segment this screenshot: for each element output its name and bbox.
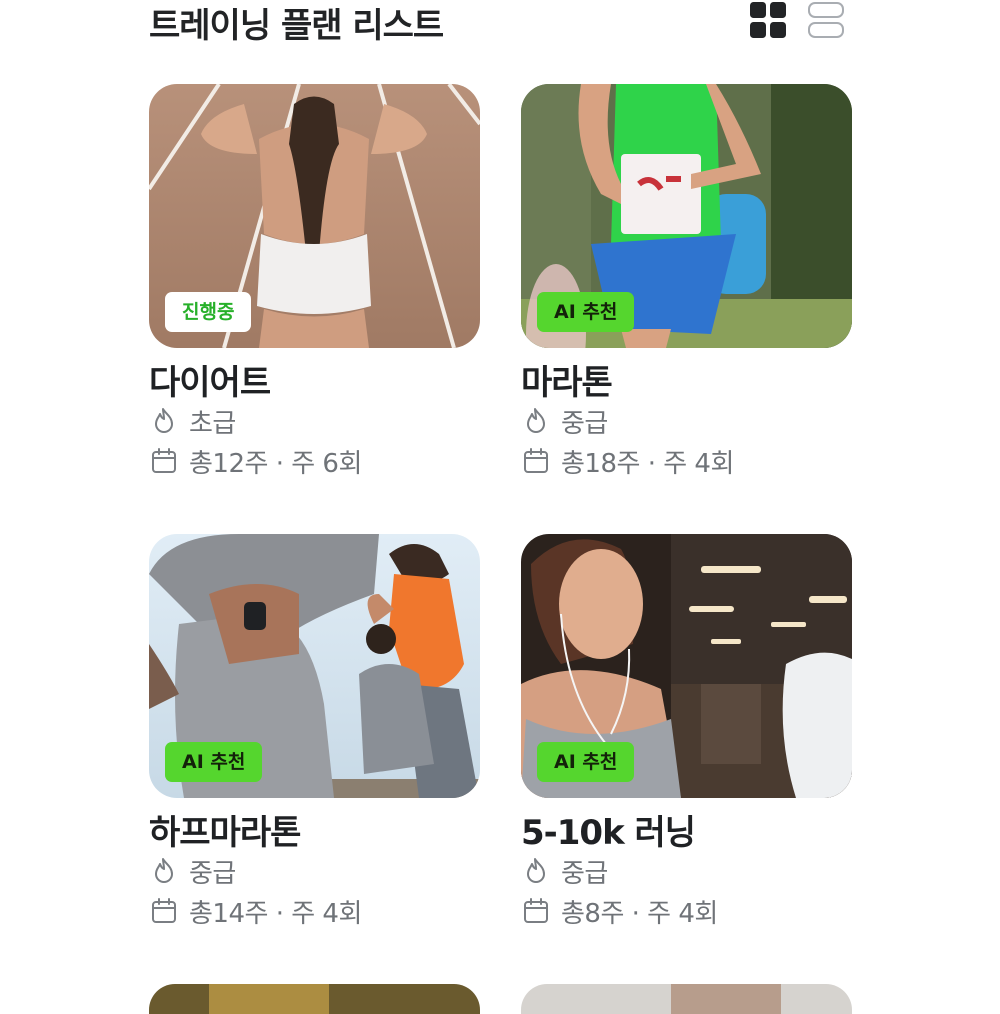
level-text: 중급 bbox=[561, 408, 608, 439]
schedule-text: 총18주 · 주 4회 bbox=[561, 448, 734, 479]
header: 트레이닝 플랜 리스트 bbox=[149, 0, 849, 46]
plan-schedule: 총14주 · 주 4회 bbox=[149, 894, 362, 929]
level-text: 초급 bbox=[189, 408, 236, 439]
calendar-icon bbox=[524, 898, 548, 923]
plan-image: AI 추천 bbox=[521, 534, 852, 798]
plan-level: 중급 bbox=[521, 404, 608, 439]
ai-recommend-badge: AI 추천 bbox=[537, 292, 635, 332]
plan-level: 초급 bbox=[149, 404, 236, 439]
level-text: 중급 bbox=[561, 858, 608, 889]
plan-title: 하프마라톤 bbox=[149, 813, 301, 853]
plan-card[interactable]: AI 추천 하프마라톤 중급 총14주 · 주 4회 bbox=[149, 534, 480, 944]
ai-recommend-badge: AI 추천 bbox=[537, 742, 635, 782]
plan-title: 5-10k 러닝 bbox=[521, 813, 696, 853]
calendar-icon bbox=[524, 448, 548, 473]
plan-image: 진행중 bbox=[149, 84, 480, 348]
plan-level: 중급 bbox=[149, 854, 236, 889]
plan-level: 중급 bbox=[521, 854, 608, 889]
flame-icon bbox=[155, 858, 173, 883]
schedule-text: 총12주 · 주 6회 bbox=[189, 448, 362, 479]
list-view-icon[interactable] bbox=[808, 2, 844, 42]
page-title: 트레이닝 플랜 리스트 bbox=[149, 6, 444, 46]
plan-card[interactable]: 진행중 다이어트 초급 총12주 · 주 6회 bbox=[149, 84, 480, 494]
ai-recommend-badge: AI 추천 bbox=[165, 742, 263, 782]
plan-schedule: 총12주 · 주 6회 bbox=[149, 444, 362, 479]
level-text: 중급 bbox=[189, 858, 236, 889]
plan-card[interactable]: AI 추천 5-10k 러닝 중급 총8주 · 주 4회 bbox=[521, 534, 852, 944]
status-badge: 진행중 bbox=[165, 292, 252, 332]
plan-image: AI 추천 bbox=[521, 84, 852, 348]
calendar-icon bbox=[152, 448, 176, 473]
grid-view-icon[interactable] bbox=[750, 2, 786, 42]
schedule-text: 총8주 · 주 4회 bbox=[561, 898, 718, 929]
plan-card-peek[interactable] bbox=[149, 984, 480, 1014]
plan-title: 다이어트 bbox=[149, 363, 271, 403]
plan-schedule: 총8주 · 주 4회 bbox=[521, 894, 718, 929]
calendar-icon bbox=[152, 898, 176, 923]
plan-image: AI 추천 bbox=[149, 534, 480, 798]
flame-icon bbox=[527, 408, 545, 433]
plan-card-peek[interactable] bbox=[521, 984, 852, 1014]
flame-icon bbox=[527, 858, 545, 883]
plan-schedule: 총18주 · 주 4회 bbox=[521, 444, 734, 479]
plan-card[interactable]: AI 추천 마라톤 중급 총18주 · 주 4회 bbox=[521, 84, 852, 494]
plan-title: 마라톤 bbox=[521, 363, 613, 403]
flame-icon bbox=[155, 408, 173, 433]
schedule-text: 총14주 · 주 4회 bbox=[189, 898, 362, 929]
